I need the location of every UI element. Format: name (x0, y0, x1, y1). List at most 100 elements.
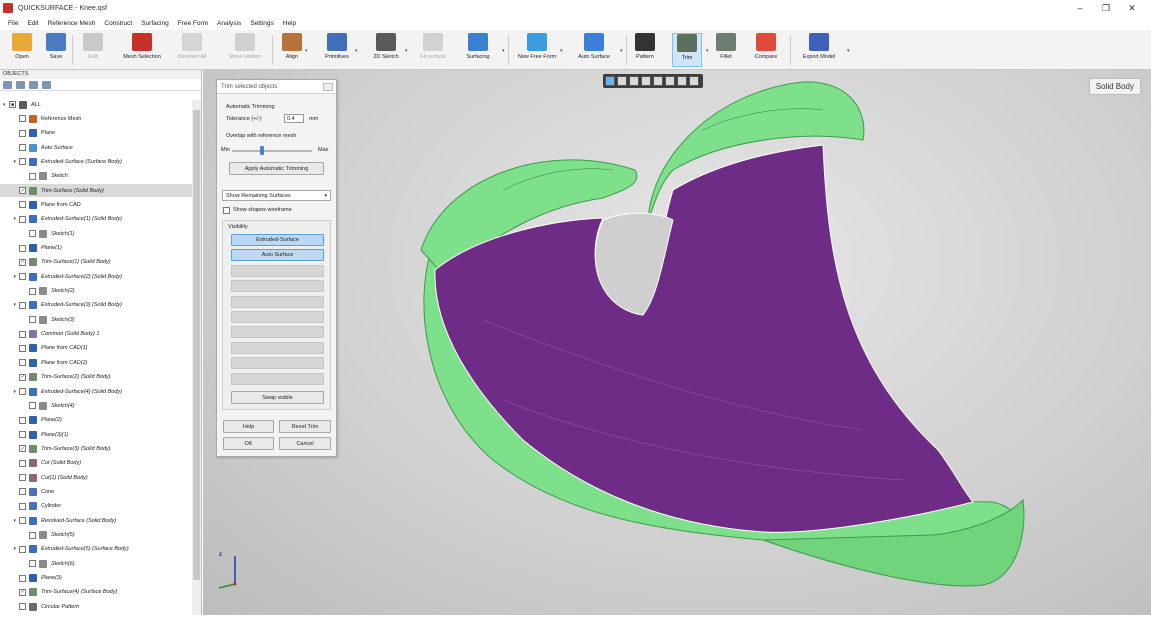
menu-reference-mesh[interactable]: Reference Mesh (48, 20, 96, 27)
tree-item[interactable]: Cut (Solid Body) (0, 457, 192, 470)
menu-free-form[interactable]: Free Form (178, 20, 208, 27)
toolbar-align-button[interactable]: Align (278, 33, 306, 67)
cancel-button[interactable]: Cancel (279, 437, 331, 450)
dropdown-arrow-icon[interactable]: ▾ (706, 48, 709, 54)
menu-surfacing[interactable]: Surfacing (141, 20, 168, 27)
toolbar-new-free-form-button[interactable]: New Free Form (512, 33, 562, 67)
toolbar-primitives-button[interactable]: Primitives (318, 33, 356, 67)
ok-button[interactable]: OK (223, 437, 274, 450)
visibility-extruded-surface-button[interactable]: Extruded-Surface (231, 234, 324, 246)
overlap-slider-thumb[interactable] (260, 146, 265, 155)
visibility-checkbox[interactable]: ✓ (19, 445, 26, 453)
tree-item[interactable]: Plane from CAD(1) (0, 342, 192, 355)
toolbar-export-model-button[interactable]: Export Model (794, 33, 844, 67)
3d-viewport[interactable]: Solid Body z (203, 70, 1151, 615)
visibility-checkbox[interactable] (19, 344, 26, 352)
toolbar-pattern-button[interactable]: Pattern (631, 33, 659, 67)
tree-list-icon[interactable] (42, 80, 51, 89)
visibility-checkbox[interactable] (19, 301, 26, 309)
visibility-checkbox[interactable] (29, 287, 36, 295)
visibility-auto-surface-button[interactable]: Auto Surface (231, 249, 324, 262)
tree-item[interactable]: Reference Mesh (0, 112, 192, 125)
visibility-checkbox[interactable] (19, 517, 26, 525)
tree-item[interactable]: ▾ Extruded-Surface(2) (Solid Body) (0, 270, 192, 283)
visibility-checkbox[interactable]: ✓ (19, 588, 26, 596)
tree-item[interactable]: Circular Pattern (0, 600, 192, 613)
visibility-checkbox[interactable] (19, 416, 26, 424)
tree-item[interactable]: ▾ Extruded-Surface(1) (Solid Body) (0, 213, 192, 226)
visibility-checkbox[interactable] (19, 431, 26, 439)
tree-expand-icon[interactable] (3, 80, 12, 89)
menu-analysis[interactable]: Analysis (217, 20, 241, 27)
visibility-checkbox[interactable] (19, 115, 26, 123)
tree-item[interactable]: Cut(1) (Solid Body) (0, 471, 192, 484)
minimize-button[interactable]: – (1067, 0, 1093, 16)
visibility-checkbox[interactable]: ✓ (19, 187, 26, 195)
tree-filter-icon[interactable] (29, 80, 38, 89)
maximize-button[interactable]: ❐ (1093, 0, 1119, 16)
visibility-checkbox[interactable] (19, 144, 26, 152)
tolerance-input[interactable]: 0.4 (284, 114, 304, 123)
wireframe-checkbox[interactable] (223, 207, 230, 214)
remaining-surfaces-select[interactable]: Show Remaining Surfaces ▾ (222, 190, 331, 201)
tree-item[interactable]: ✓ Trim-Surface(1) (Solid Body) (0, 256, 192, 269)
dropdown-arrow-icon[interactable]: ▾ (405, 48, 408, 54)
tree-item[interactable]: Sketch(5) (0, 529, 192, 542)
toolbar-fit-surface-button[interactable]: Fit surface (416, 33, 450, 67)
visibility-checkbox[interactable] (19, 502, 26, 510)
reset-trim-button[interactable]: Reset Trim (279, 420, 331, 433)
tree-item[interactable]: Sketch(3) (0, 313, 192, 326)
visibility-checkbox[interactable] (19, 273, 26, 281)
tree-item[interactable]: Plane(2) (0, 414, 192, 427)
overlap-slider[interactable] (232, 150, 312, 152)
visibility-checkbox[interactable] (19, 545, 26, 553)
visibility-checkbox[interactable]: ✓ (19, 258, 26, 266)
tree-item[interactable]: Auto Surface (0, 141, 192, 154)
menu-help[interactable]: Help (283, 20, 296, 27)
toolbar-mesh-selection-button[interactable]: Mesh Selection (116, 33, 168, 67)
toolbar-surfacing-button[interactable]: Surfacing (459, 33, 497, 67)
visibility-checkbox[interactable] (29, 402, 36, 410)
visibility-slot-button[interactable] (231, 372, 324, 385)
knee-implant-model[interactable] (203, 70, 1151, 615)
visibility-checkbox[interactable] (29, 531, 36, 539)
tree-item[interactable]: ▾ Revolved-Surface (Solid Body) (0, 514, 192, 527)
visibility-checkbox[interactable] (19, 201, 26, 209)
toolbar-deselect-all-button[interactable]: Deselect All (172, 33, 212, 67)
toolbar-open-button[interactable]: Open (8, 33, 36, 67)
dropdown-arrow-icon[interactable]: ▾ (847, 48, 850, 54)
visibility-checkbox[interactable] (19, 244, 26, 252)
tree-collapse-icon[interactable] (16, 80, 25, 89)
visibility-checkbox[interactable] (19, 459, 26, 467)
tree-item[interactable]: Common (Solid Body) 1 (0, 328, 192, 341)
menu-settings[interactable]: Settings (250, 20, 274, 27)
dropdown-arrow-icon[interactable]: ▾ (560, 48, 563, 54)
visibility-checkbox[interactable]: ✓ (19, 373, 26, 381)
menu-edit[interactable]: Edit (27, 20, 38, 27)
toolbar-compare-button[interactable]: Compare (750, 33, 782, 67)
tree-item[interactable]: ▾ Extruded-Surface (Surface Body) (0, 155, 192, 168)
dropdown-arrow-icon[interactable]: ▾ (355, 48, 358, 54)
apply-automatic-trimming-button[interactable]: Apply Automatic Trimming (229, 162, 324, 175)
visibility-checkbox[interactable]: ■ (9, 101, 16, 108)
visibility-checkbox[interactable] (29, 172, 36, 180)
visibility-checkbox[interactable] (29, 560, 36, 568)
visibility-slot-button[interactable] (231, 280, 324, 293)
visibility-checkbox[interactable] (19, 359, 26, 367)
dialog-close-icon[interactable] (323, 83, 333, 91)
visibility-checkbox[interactable] (19, 574, 26, 582)
toolbar-save-button[interactable]: Save (42, 33, 70, 67)
visibility-checkbox[interactable] (19, 488, 26, 496)
dropdown-arrow-icon[interactable]: ▾ (305, 48, 308, 54)
tree-item[interactable]: Plane(1) (0, 242, 192, 255)
tree-item[interactable]: Sketch(6) (0, 557, 192, 570)
visibility-checkbox[interactable] (19, 388, 26, 395)
visibility-slot-button[interactable] (231, 326, 324, 339)
tree-item[interactable]: ✓ Trim-Surface(3) (Solid Body) (0, 442, 192, 455)
visibility-checkbox[interactable] (19, 129, 26, 137)
tree-item[interactable]: ✓ Trim-Surface (Solid Body) (0, 184, 192, 198)
tree-item[interactable]: Plane(3)(1) (0, 428, 192, 441)
tree-item[interactable]: ✓ Trim-Surface(2) (Solid Body) (0, 371, 192, 384)
tree-item[interactable]: Plane from CAD(2) (0, 356, 192, 369)
visibility-slot-button[interactable] (231, 295, 324, 308)
